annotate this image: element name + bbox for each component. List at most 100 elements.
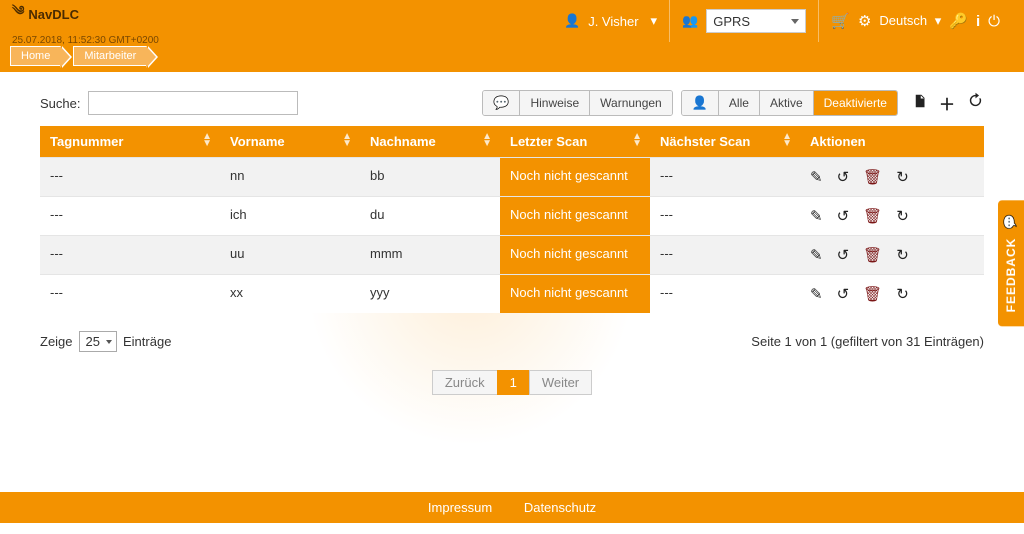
pagesize-entries-label: Einträge [123, 334, 171, 349]
edit-icon[interactable]: ✎ [810, 207, 823, 225]
history-icon[interactable]: ↻ [896, 207, 909, 225]
breadcrumb: Home Mitarbeiter [0, 42, 1024, 72]
key-icon[interactable]: 🔑 [949, 12, 968, 30]
undo-icon[interactable]: ↺ [837, 246, 850, 264]
breadcrumb-label: Mitarbeiter [84, 50, 136, 62]
messages-filter: 💬 Hinweise Warnungen [482, 90, 672, 116]
undo-icon[interactable]: ↺ [837, 285, 850, 303]
filter-deactivated-button[interactable]: Deaktivierte [813, 91, 897, 115]
trash-icon[interactable]: 🗑 [863, 285, 882, 303]
pager-next-label: Weiter [542, 375, 579, 390]
cell-first: nn [220, 158, 360, 197]
breadcrumb-mitarbeiter[interactable]: Mitarbeiter [73, 46, 147, 66]
table-row: ---nnbbNoch nicht gescannt---✎↺🗑↻ [40, 158, 984, 197]
power-icon[interactable]: ⏻ [988, 13, 1000, 30]
undo-icon[interactable]: ↺ [837, 207, 850, 225]
table-actions: ＋ [912, 91, 984, 115]
table-row: ---ichduNoch nicht gescannt---✎↺🗑↻ [40, 197, 984, 236]
cell-next-scan: --- [650, 197, 800, 236]
cell-next-scan: --- [650, 275, 800, 314]
undo-icon[interactable]: ↺ [837, 168, 850, 186]
col-label: Aktionen [810, 134, 866, 149]
footer-imprint-label: Impressum [428, 500, 492, 515]
col-vorname[interactable]: Vorname ▲▼ [220, 126, 360, 158]
cell-tag: --- [40, 275, 220, 314]
col-label: Vorname [230, 134, 285, 149]
sort-icon: ▲▼ [342, 133, 352, 147]
brand-block: ༄ NavDLC 25.07.2018, 11:52:30 GMT+0200 [12, 0, 159, 46]
user-name: J. Visher [588, 14, 638, 29]
hints-button[interactable]: Hinweise [519, 91, 589, 115]
cell-first: uu [220, 236, 360, 275]
pager-next[interactable]: Weiter [529, 370, 592, 395]
cell-tag: --- [40, 158, 220, 197]
logo-icon: ༄ [12, 0, 24, 33]
sort-icon: ▲▼ [632, 133, 642, 147]
history-icon[interactable]: ↻ [896, 285, 909, 303]
warnings-button[interactable]: Warnungen [589, 91, 672, 115]
pagesize-show-label: Zeige [40, 334, 73, 349]
cell-last: bb [360, 158, 500, 197]
cell-last: mmm [360, 236, 500, 275]
warnings-label: Warnungen [600, 96, 662, 110]
col-aktionen: Aktionen [800, 126, 984, 158]
employee-table: Tagnummer ▲▼ Vorname ▲▼ Nachname▲▼ Letzter… [40, 126, 984, 313]
cell-tag: --- [40, 236, 220, 275]
pager-prev[interactable]: Zurück [432, 370, 498, 395]
sort-icon: ▲▼ [202, 133, 212, 147]
filter-all-label: Alle [729, 96, 749, 110]
user-icon: 👤 [564, 13, 580, 29]
user-menu[interactable]: 👤 J. Visher ▾ [552, 0, 669, 42]
language-menu[interactable]: Deutsch ▾ [879, 13, 941, 29]
cart-icon[interactable]: 🛒 [831, 12, 850, 30]
feedback-tab[interactable]: FEEDBACK 💬 [998, 200, 1024, 326]
col-tagnummer[interactable]: Tagnummer ▲▼ [40, 126, 220, 158]
cell-last: yyy [360, 275, 500, 314]
gear-icon[interactable]: ⚙ [858, 12, 871, 30]
search-input[interactable] [88, 91, 298, 115]
filter-all-button[interactable]: Alle [718, 91, 759, 115]
footer-imprint-link[interactable]: Impressum [428, 500, 492, 515]
cell-first: ich [220, 197, 360, 236]
cell-last-scan: Noch nicht gescannt [500, 158, 650, 197]
col-label: Nächster Scan [660, 134, 750, 149]
col-naechster-scan[interactable]: Nächster Scan▲▼ [650, 126, 800, 158]
export-pdf-icon[interactable] [912, 93, 927, 114]
history-icon[interactable]: ↻ [896, 168, 909, 186]
history-icon[interactable]: ↻ [896, 246, 909, 264]
info-icon[interactable]: i [976, 13, 980, 30]
status-icon-button[interactable]: 👤 [682, 91, 718, 115]
pager-page-label: 1 [510, 375, 517, 390]
edit-icon[interactable]: ✎ [810, 285, 823, 303]
col-letzter-scan[interactable]: Letzter Scan▲▼ [500, 126, 650, 158]
pager-page-1[interactable]: 1 [497, 370, 530, 395]
refresh-icon[interactable] [967, 92, 984, 114]
pagesize-value: 25 [86, 334, 100, 349]
table-footer-row: Zeige 25 Einträge Seite 1 von 1 (gefilte… [40, 331, 984, 352]
cell-last: du [360, 197, 500, 236]
footer-privacy-link[interactable]: Datenschutz [524, 500, 596, 515]
brand-name: NavDLC [28, 7, 79, 22]
edit-icon[interactable]: ✎ [810, 168, 823, 186]
trash-icon[interactable]: 🗑 [863, 246, 882, 264]
cell-last-scan: Noch nicht gescannt [500, 275, 650, 314]
table-row: ---xxyyyNoch nicht gescannt---✎↺🗑↻ [40, 275, 984, 314]
chat-icon: 💬 [493, 95, 509, 111]
col-nachname[interactable]: Nachname▲▼ [360, 126, 500, 158]
messages-icon-button[interactable]: 💬 [483, 91, 519, 115]
top-bar: ༄ NavDLC 25.07.2018, 11:52:30 GMT+0200 👤… [0, 0, 1024, 42]
add-icon[interactable]: ＋ [939, 91, 955, 115]
pagination: Zurück 1 Weiter [40, 370, 984, 395]
connection-value: GPRS [713, 14, 750, 29]
trash-icon[interactable]: 🗑 [863, 207, 882, 225]
edit-icon[interactable]: ✎ [810, 246, 823, 264]
connection-select[interactable]: GPRS [706, 9, 806, 33]
trash-icon[interactable]: 🗑 [863, 168, 882, 186]
col-label: Tagnummer [50, 134, 123, 149]
filter-deactivated-label: Deaktivierte [824, 96, 887, 110]
filter-active-button[interactable]: Aktive [759, 91, 813, 115]
filter-active-label: Aktive [770, 96, 803, 110]
pagesize-select[interactable]: 25 [79, 331, 117, 352]
cell-tag: --- [40, 197, 220, 236]
breadcrumb-home[interactable]: Home [10, 46, 61, 66]
